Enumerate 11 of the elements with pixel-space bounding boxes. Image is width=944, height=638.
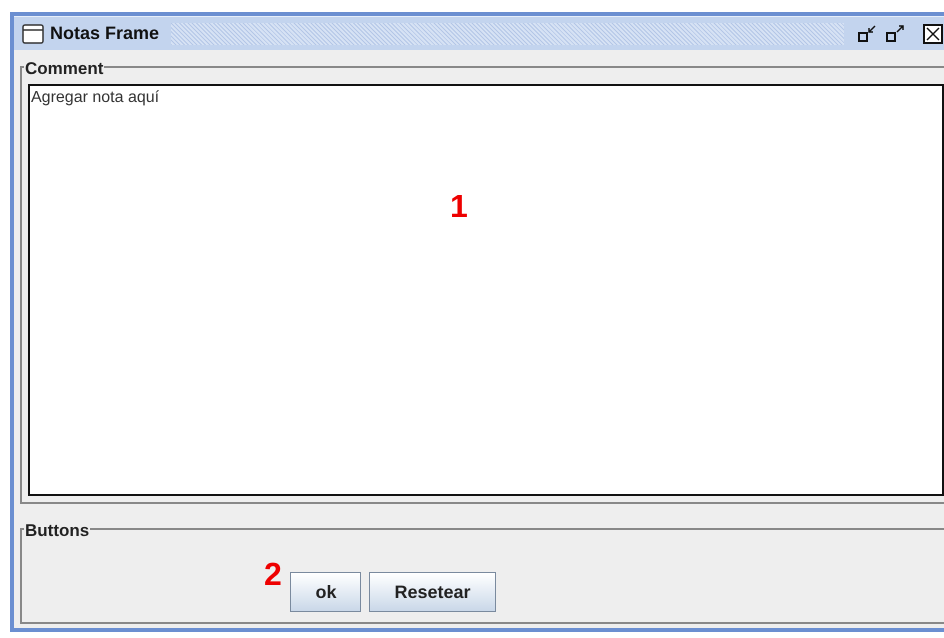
minimize-icon[interactable] [856,22,878,44]
dialog-button[interactable]: ok [290,572,362,612]
annotation-marker: 1 [450,187,468,226]
maximize-icon[interactable] [884,22,906,44]
window-title: Notas Frame [50,22,160,45]
field-text: Agregar nota aquí [31,89,160,106]
annotation-marker: 2 [264,555,282,594]
dialog-button[interactable]: Resetear [369,572,496,612]
comment-field[interactable]: Agregar nota aquí 1 [28,84,944,496]
window-icon [22,24,44,44]
close-icon[interactable] [922,22,944,44]
